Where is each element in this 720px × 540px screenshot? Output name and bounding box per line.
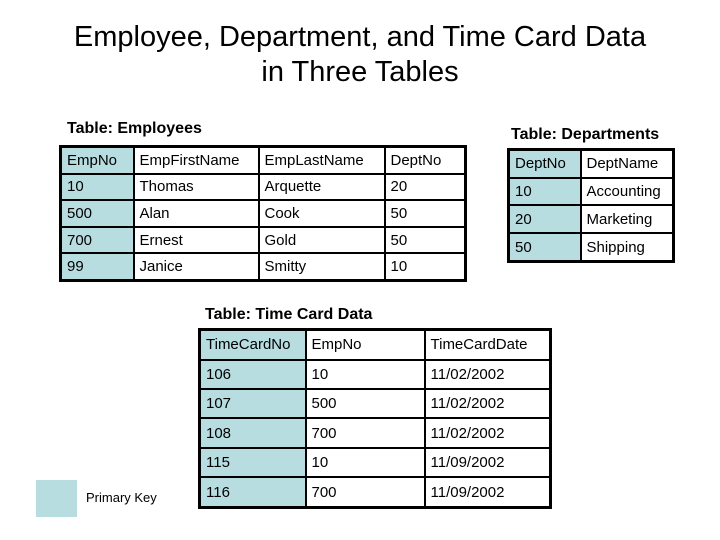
primary-key-legend-swatch [36,480,77,517]
timecards-cell: 10 [304,446,426,479]
departments-cell: 50 [507,232,582,263]
employees-cell: Gold [257,225,386,255]
employees-cell: 50 [383,225,467,255]
employees-header-cell: EmpFirstName [132,145,260,175]
employees-cell: Alan [132,199,260,228]
employees-table: EmpNo EmpFirstName EmpLastName DeptNo 10 Thom… [59,145,467,282]
timecards-row: 107 500 11/02/2002 [198,388,552,420]
timecards-cell: 115 [198,446,307,479]
employees-cell: 10 [59,172,135,202]
timecards-table-label: Table: Time Card Data [205,306,373,323]
departments-table-label: Table: Departments [511,126,660,143]
employees-cell: 20 [383,172,467,202]
departments-row: 10 Accounting [507,176,675,207]
employees-row: 500 Alan Cook 50 [59,199,467,228]
timecards-header-cell: TimeCardNo [198,328,307,361]
timecards-cell: 500 [304,388,426,420]
employees-cell: 50 [383,199,467,228]
timecards-cell: 700 [304,417,426,449]
employees-cell: Ernest [132,225,260,255]
timecards-row: 116 700 11/09/2002 [198,476,552,509]
employees-cell: Thomas [132,172,260,202]
timecards-row: 115 10 11/09/2002 [198,446,552,479]
departments-header-cell: DeptName [579,148,675,179]
departments-header-row: DeptNo DeptName [507,148,675,179]
departments-row: 50 Shipping [507,232,675,263]
employees-table-label: Table: Employees [67,120,202,137]
timecards-cell: 700 [304,476,426,509]
employees-header-cell: EmpLastName [257,145,386,175]
title-line-1: Employee, Department, and Time Card Data [73,21,647,53]
employees-cell: 700 [59,225,135,255]
timecards-header-cell: EmpNo [304,328,426,361]
departments-header-cell: DeptNo [507,148,582,179]
departments-cell: 20 [507,204,582,235]
title-line-2: in Three Tables [261,56,459,88]
timecards-cell: 11/02/2002 [423,358,552,391]
timecards-row: 106 10 11/02/2002 [198,358,552,391]
timecards-cell: 108 [198,417,307,449]
timecards-cell: 11/09/2002 [423,476,552,509]
slide-title: Employee, Department, and Time Card Data… [0,20,720,90]
employees-row: 10 Thomas Arquette 20 [59,172,467,202]
timecards-cell: 10 [304,358,426,391]
timecards-table: TimeCardNo EmpNo TimeCardDate 106 10 11/02/20… [198,328,552,509]
timecards-header-row: TimeCardNo EmpNo TimeCardDate [198,328,552,361]
employees-header-cell: EmpNo [59,145,135,175]
departments-cell: Shipping [579,232,675,263]
timecards-row: 108 700 11/02/2002 [198,417,552,449]
employees-cell: Janice [132,252,260,282]
employees-cell: 500 [59,199,135,228]
employees-cell: Arquette [257,172,386,202]
employees-header-row: EmpNo EmpFirstName EmpLastName DeptNo [59,145,467,175]
timecards-cell: 107 [198,388,307,420]
employees-row: 99 Janice Smitty 10 [59,252,467,282]
employees-cell: 10 [383,252,467,282]
timecards-cell: 11/02/2002 [423,388,552,420]
employees-cell: Smitty [257,252,386,282]
employees-cell: Cook [257,199,386,228]
departments-cell: 10 [507,176,582,207]
departments-cell: Accounting [579,176,675,207]
timecards-header-cell: TimeCardDate [423,328,552,361]
timecards-cell: 116 [198,476,307,509]
employees-row: 700 Ernest Gold 50 [59,225,467,255]
timecards-cell: 11/09/2002 [423,446,552,479]
primary-key-legend-label: Primary Key [86,490,157,505]
employees-cell: 99 [59,252,135,282]
employees-header-cell: DeptNo [383,145,467,175]
departments-cell: Marketing [579,204,675,235]
timecards-cell: 11/02/2002 [423,417,552,449]
timecards-cell: 106 [198,358,307,391]
departments-table: DeptNo DeptName 10 Accounting 20 Marketing 50 S… [507,148,675,263]
departments-row: 20 Marketing [507,204,675,235]
